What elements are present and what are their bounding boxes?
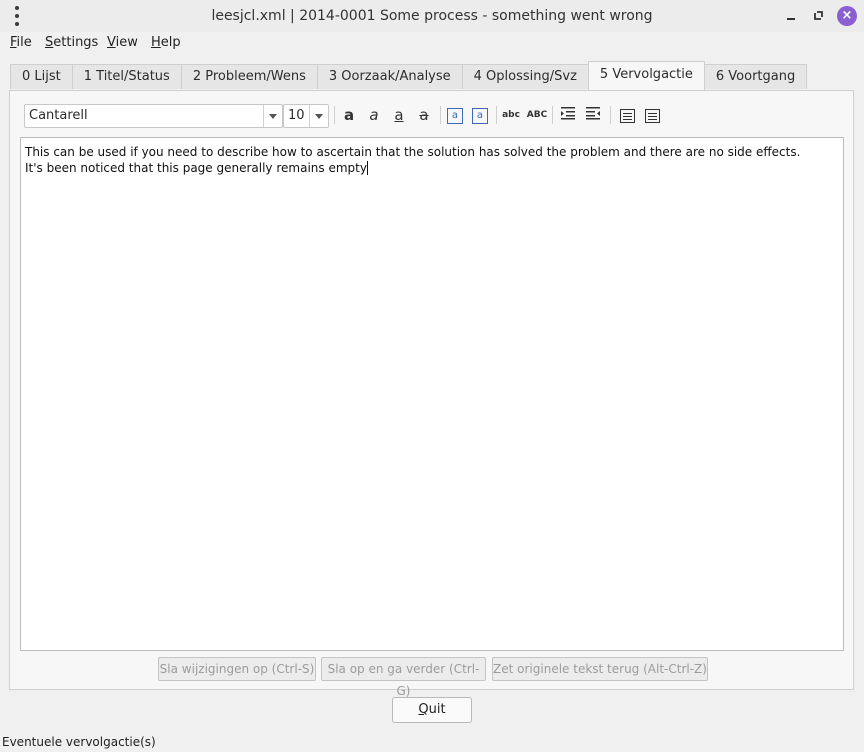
spellcheck-upper-icon[interactable]: ABC — [526, 104, 548, 126]
toolbar-separator — [552, 106, 553, 124]
tab-lijst[interactable]: 0 Lijst — [10, 64, 73, 89]
chevron-down-icon[interactable] — [309, 105, 328, 127]
bold-icon[interactable]: a — [338, 104, 360, 126]
editor-line: It's been noticed that this page general… — [25, 161, 368, 175]
tab-voortgang[interactable]: 6 Voortgang — [703, 64, 808, 89]
tab-titel-status[interactable]: 1 Titel/Status — [71, 64, 182, 89]
close-icon[interactable]: × — [837, 6, 857, 26]
font-size-select[interactable]: 10 — [283, 104, 329, 128]
menu-view[interactable]: View — [107, 34, 138, 52]
toolbar-separator — [334, 106, 335, 124]
spellcheck-lower-icon[interactable]: abc — [500, 104, 522, 126]
text-cursor — [366, 161, 368, 175]
menu-settings[interactable]: Settings — [45, 34, 98, 52]
minimize-icon[interactable] — [783, 8, 799, 24]
indent-icon[interactable] — [558, 104, 580, 126]
tab-bar: 0 Lijst 1 Titel/Status 2 Probleem/Wens 3… — [10, 61, 808, 90]
save-next-button[interactable]: Sla op en ga verder (Ctrl-G) — [321, 657, 486, 698]
font-family-value: Cantarell — [29, 108, 88, 123]
toolbar-separator — [610, 106, 611, 124]
restore-icon[interactable] — [810, 8, 826, 24]
dedent-icon[interactable] — [583, 104, 605, 126]
save-button[interactable]: Sla wijzigingen op (Ctrl-S) — [158, 657, 316, 681]
status-bar-text: Eventuele vervolgactie(s) — [2, 735, 156, 749]
menu-file[interactable]: File — [10, 34, 32, 52]
text-editor[interactable]: This can be used if you need to describe… — [20, 137, 844, 651]
shrink-text-icon[interactable]: a — [469, 104, 491, 126]
enlarge-text-icon[interactable]: a — [444, 104, 466, 126]
underline-icon[interactable]: a — [388, 104, 410, 126]
tab-vervolgactie[interactable]: 5 Vervolgactie — [587, 61, 705, 90]
tab-oplossing-svz[interactable]: 4 Oplossing/Svz — [461, 64, 589, 89]
menu-help[interactable]: Help — [151, 34, 181, 52]
toolbar-separator — [496, 106, 497, 124]
italic-icon[interactable]: a — [363, 104, 385, 126]
unordered-list-icon[interactable] — [616, 104, 638, 126]
tab-probleem-wens[interactable]: 2 Probleem/Wens — [180, 64, 318, 89]
tab-oorzaak-analyse[interactable]: 3 Oorzaak/Analyse — [316, 64, 463, 89]
window-title: leesjcl.xml | 2014-0001 Some process - s… — [211, 8, 653, 24]
ordered-list-icon[interactable] — [641, 104, 663, 126]
font-size-value: 10 — [288, 108, 305, 123]
chevron-down-icon[interactable] — [263, 105, 282, 127]
font-family-select[interactable]: Cantarell — [24, 104, 283, 128]
revert-button[interactable]: Zet originele tekst terug (Alt-Ctrl-Z) — [492, 657, 708, 681]
editor-line: This can be used if you need to describe… — [25, 145, 801, 159]
quit-button[interactable]: Quit — [392, 697, 472, 723]
strikethrough-icon[interactable]: a — [413, 104, 435, 126]
toolbar-separator — [440, 106, 441, 124]
